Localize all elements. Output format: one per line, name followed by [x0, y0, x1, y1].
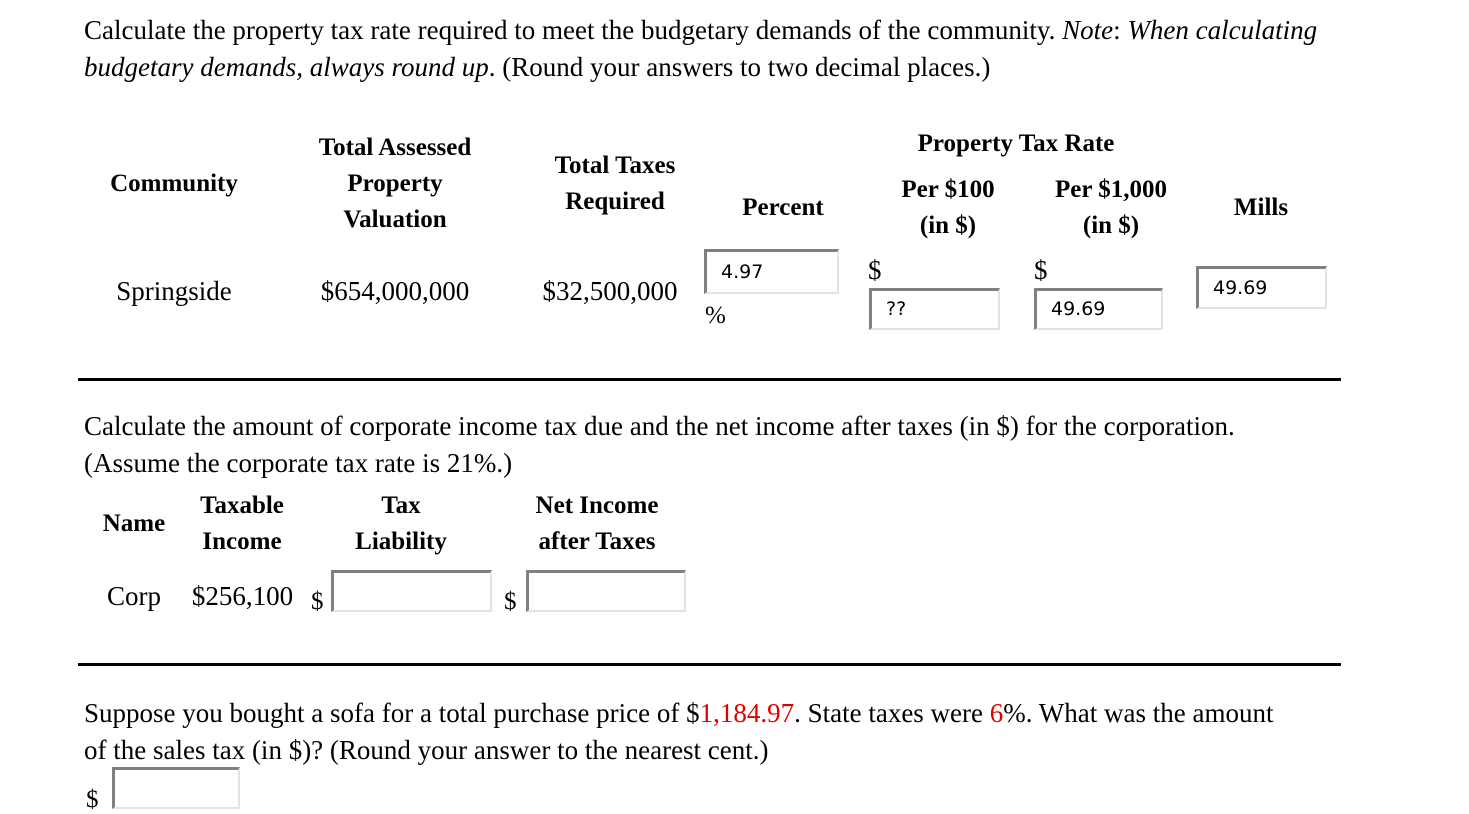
- net-income-dollar-sign: $: [504, 588, 517, 615]
- per-1000-input-value: 49.69: [1051, 298, 1106, 320]
- problem3-rate-value: 6: [989, 698, 1004, 728]
- header-name: Name: [102, 510, 166, 537]
- mills-input-value: 49.69: [1213, 276, 1268, 299]
- problem1-note-label: Note: [1062, 15, 1114, 45]
- header-net-income-after-taxes-line2: after Taxes: [538, 528, 656, 555]
- tax-liability-input[interactable]: [331, 570, 492, 612]
- per-1000-input[interactable]: 49.69: [1034, 288, 1163, 330]
- cell-community-springside: Springside: [116, 276, 232, 306]
- header-total-assessed-property-valuation-line2: Property: [347, 170, 443, 197]
- header-per-100-line2: (in $): [919, 212, 977, 239]
- header-taxable-income-line2: Income: [202, 528, 282, 555]
- header-total-taxes-required-line2: Required: [565, 188, 665, 215]
- header-per-100-line1: Per $100: [901, 176, 995, 203]
- header-tax-liability-line1: Tax: [381, 492, 421, 519]
- header-net-income-after-taxes-line1: Net Income: [535, 492, 659, 519]
- header-per-1000-line1: Per $1,000: [1054, 176, 1167, 203]
- problem3-prompt: Suppose you bought a sofa for a total pu…: [84, 695, 1299, 769]
- header-mills: Mills: [1233, 194, 1289, 221]
- header-community: Community: [110, 170, 238, 197]
- percent-input[interactable]: 4.97: [704, 249, 839, 294]
- problem2-prompt: Calculate the amount of corporate income…: [84, 411, 1235, 478]
- header-percent: Percent: [742, 194, 824, 221]
- problem1-prompt-part2: . (Round your answers to two decimal pla…: [488, 52, 991, 82]
- problem1-prompt: Calculate the property tax rate required…: [84, 12, 1324, 86]
- problem1-note-colon: :: [1113, 15, 1128, 45]
- cell-total-assessed-valuation: $654,000,000: [320, 276, 470, 306]
- per-1000-dollar-sign: $: [1034, 255, 1048, 285]
- header-per-1000-line2: (in $): [1082, 212, 1140, 239]
- header-total-taxes-required-line1: Total Taxes: [554, 152, 676, 179]
- tax-liability-dollar-sign: $: [311, 588, 324, 615]
- mills-input[interactable]: 49.69: [1196, 266, 1327, 309]
- header-tax-liability-line2: Liability: [355, 528, 447, 555]
- cell-taxable-income: $256,100: [191, 581, 294, 611]
- header-property-tax-rate: Property Tax Rate: [917, 130, 1115, 157]
- net-income-input[interactable]: [526, 570, 686, 612]
- problem3-price-value: 1,184.97: [699, 698, 795, 728]
- header-total-assessed-property-valuation-line3: Valuation: [343, 206, 447, 233]
- per-100-dollar-sign: $: [868, 255, 882, 285]
- problem3-prompt-part2: . State taxes were: [794, 698, 990, 728]
- per-100-input[interactable]: ??: [869, 288, 1000, 330]
- section-divider-1: [78, 378, 1341, 381]
- per-100-input-value: ??: [886, 298, 907, 320]
- header-total-assessed-property-valuation-line1: Total Assessed: [318, 134, 472, 161]
- cell-name-corp: Corp: [107, 581, 161, 611]
- problem3-prompt-part1: Suppose you bought a sofa for a total pu…: [84, 698, 700, 728]
- worksheet-page: Calculate the property tax rate required…: [0, 0, 1469, 814]
- percent-sign-label: %: [705, 302, 726, 329]
- problem3-percent-sign: %: [1003, 698, 1026, 728]
- problem3-answer-input[interactable]: [112, 767, 240, 809]
- section-divider-2: [78, 663, 1341, 666]
- problem1-prompt-part1: Calculate the property tax rate required…: [84, 15, 1063, 45]
- cell-total-taxes-required: $32,500,000: [542, 276, 678, 306]
- header-taxable-income-line1: Taxable: [200, 492, 284, 519]
- percent-input-value: 4.97: [721, 260, 764, 283]
- problem3-answer-dollar-sign: $: [86, 786, 99, 813]
